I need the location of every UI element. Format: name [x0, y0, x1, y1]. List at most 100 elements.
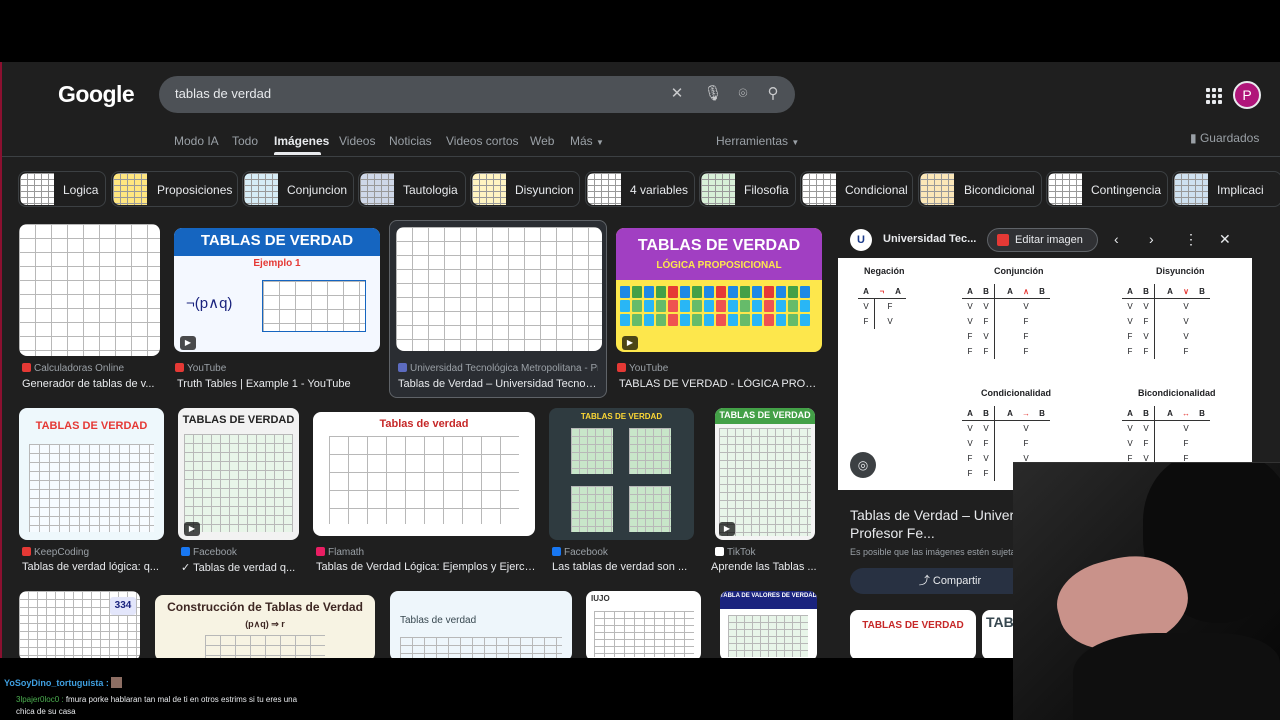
- copyright-note: Es posible que las imágenes estén sujeta…: [850, 547, 1028, 557]
- chip-bicondicional[interactable]: Bicondicional: [918, 171, 1042, 207]
- chip-conjuncion[interactable]: Conjuncion: [242, 171, 354, 207]
- related-image[interactable]: TABLAS DE VERDAD: [850, 610, 976, 658]
- image-title: TABLAS DE VERDAD: [637, 237, 801, 254]
- chip-condicional[interactable]: Condicional: [800, 171, 913, 207]
- chip-label: Bicondicional: [964, 183, 1035, 197]
- tab-noticias[interactable]: Noticias: [389, 134, 432, 148]
- table-title: Condicionalidad: [981, 388, 1052, 398]
- tab-videos-cortos[interactable]: Videos cortos: [446, 134, 519, 148]
- chip-proposiciones[interactable]: Proposiciones: [111, 171, 238, 207]
- chip-thumbnail: [472, 173, 506, 205]
- pdf-icon: [997, 234, 1009, 246]
- tab-todo[interactable]: Todo: [232, 134, 258, 148]
- play-icon: ▶: [184, 522, 200, 536]
- image-title: TABLAS DE VERDAD: [580, 412, 663, 421]
- result-title: Aprende las Tablas ...: [711, 561, 817, 573]
- site-logo-icon[interactable]: U: [850, 229, 872, 251]
- result-title: ✓ Tablas de verdad q...: [181, 562, 296, 574]
- site-name[interactable]: Universidad Tec...: [883, 233, 976, 245]
- bookmark-icon: ▮: [1190, 131, 1197, 145]
- avatar[interactable]: P: [1233, 81, 1261, 109]
- tab-web[interactable]: Web: [530, 134, 554, 148]
- search-box[interactable]: tablas de verdad ✕ 🎙 ⌾ ⚲: [159, 76, 795, 113]
- chat-username: YoSoyDino_tortuguista :: [4, 678, 109, 688]
- result-image: TABLAS DE VERDAD: [19, 408, 164, 540]
- apps-grid-icon[interactable]: [1206, 88, 1222, 104]
- tools-button[interactable]: Herramientas ▼: [716, 134, 799, 148]
- result-source-label: YouTube: [187, 363, 227, 374]
- image-table: [262, 280, 366, 332]
- chip-filosofia[interactable]: Filosofia: [699, 171, 796, 207]
- result-image: 334: [19, 591, 140, 658]
- chip-label: 4 variables: [630, 183, 689, 197]
- preview-image[interactable]: Negación A ¬ A VF FV Conjunción A B A ∧ B VVV …: [838, 258, 1252, 490]
- chip-contingencia[interactable]: Contingencia: [1046, 171, 1168, 207]
- truth-table-conjuncion: A B A ∧ B VVV VFF FVF FFF: [962, 284, 1050, 359]
- image-table: [571, 428, 613, 474]
- chip-label: Filosofia: [744, 183, 789, 197]
- facebook-icon: [552, 547, 561, 556]
- edit-image-button[interactable]: Editar imagen: [987, 228, 1098, 252]
- active-tab-indicator: [274, 152, 321, 155]
- result-title: Tablas de verdad lógica: q...: [22, 561, 159, 573]
- chip-disyuncion[interactable]: Disyuncion: [470, 171, 580, 207]
- search-tabs: Modo IA Todo Imágenes Videos Noticias Vi…: [2, 134, 1280, 156]
- tab-imagenes[interactable]: Imágenes: [274, 134, 329, 148]
- chip-label: Logica: [63, 183, 99, 197]
- result-source-label: KeepCoding: [34, 547, 90, 558]
- site-icon: [22, 547, 31, 556]
- chip-thumbnail: [1048, 173, 1082, 205]
- result-source-label: YouTube: [629, 363, 669, 374]
- clear-icon[interactable]: ✕: [667, 84, 687, 104]
- tab-videos[interactable]: Videos: [339, 134, 375, 148]
- tab-mas[interactable]: Más ▼: [570, 134, 604, 148]
- truth-table-disyuncion: A B A ∨ B VVV VFV FVV FFF: [1122, 284, 1210, 359]
- microphone-icon[interactable]: 🎙: [703, 84, 723, 104]
- chip-implicacion[interactable]: Implicaci: [1172, 171, 1280, 207]
- result-image: [396, 227, 602, 351]
- image-title: Construcción de Tablas de Verdad: [167, 600, 363, 614]
- chip-label: Tautologia: [403, 183, 458, 197]
- result-title: Truth Tables | Example 1 - YouTube: [177, 378, 351, 390]
- chip-thumbnail: [587, 173, 621, 205]
- table-title: Disyunción: [1156, 266, 1205, 276]
- result-source: KeepCoding: [22, 547, 162, 558]
- saved-link[interactable]: ▮ Guardados: [1190, 131, 1259, 145]
- image-table: [629, 428, 671, 474]
- youtube-icon: [617, 363, 626, 372]
- chip-thumbnail: [1174, 173, 1208, 205]
- result-source: TikTok: [715, 547, 815, 558]
- image-table: [29, 444, 154, 532]
- result-source-label: Facebook: [564, 547, 608, 558]
- saved-label: Guardados: [1199, 131, 1260, 145]
- tab-modo-ia[interactable]: Modo IA: [174, 134, 219, 148]
- image-title: Tablas de verdad: [400, 615, 477, 626]
- result-image: TABLA DE VALORES DE VERDAD: [720, 591, 817, 658]
- search-icon[interactable]: ⚲: [763, 84, 783, 104]
- chip-thumbnail: [113, 173, 147, 205]
- more-options-icon[interactable]: ⋮: [1184, 231, 1198, 248]
- chip-4-variables[interactable]: 4 variables: [585, 171, 695, 207]
- image-cells: [620, 286, 810, 326]
- chip-label: Contingencia: [1091, 183, 1162, 197]
- result-image: [19, 224, 160, 356]
- play-icon: ▶: [180, 336, 196, 350]
- search-input[interactable]: tablas de verdad: [175, 86, 271, 101]
- chevron-down-icon: ▼: [596, 138, 604, 147]
- next-icon[interactable]: ›: [1149, 231, 1154, 247]
- result-source-label: TikTok: [727, 547, 756, 558]
- related-title: TABLAS DE VERDAD: [862, 620, 964, 631]
- chip-logica[interactable]: Logica: [18, 171, 106, 207]
- previous-icon[interactable]: ‹: [1114, 231, 1119, 247]
- close-icon[interactable]: ✕: [1219, 231, 1231, 248]
- tools-label: Herramientas: [716, 134, 789, 148]
- google-lens-icon[interactable]: ◎: [850, 452, 876, 478]
- google-logo[interactable]: Google: [58, 81, 135, 108]
- edit-image-label: Editar imagen: [1015, 234, 1083, 246]
- image-table: [329, 436, 519, 524]
- camera-icon[interactable]: ⌾: [733, 84, 753, 104]
- image-title: TABLAS DE VERDAD: [200, 232, 354, 249]
- chip-tautologia[interactable]: Tautologia: [358, 171, 466, 207]
- site-icon: [22, 363, 31, 372]
- selected-result[interactable]: Universidad Tecnológica Metropolitana - …: [389, 220, 607, 398]
